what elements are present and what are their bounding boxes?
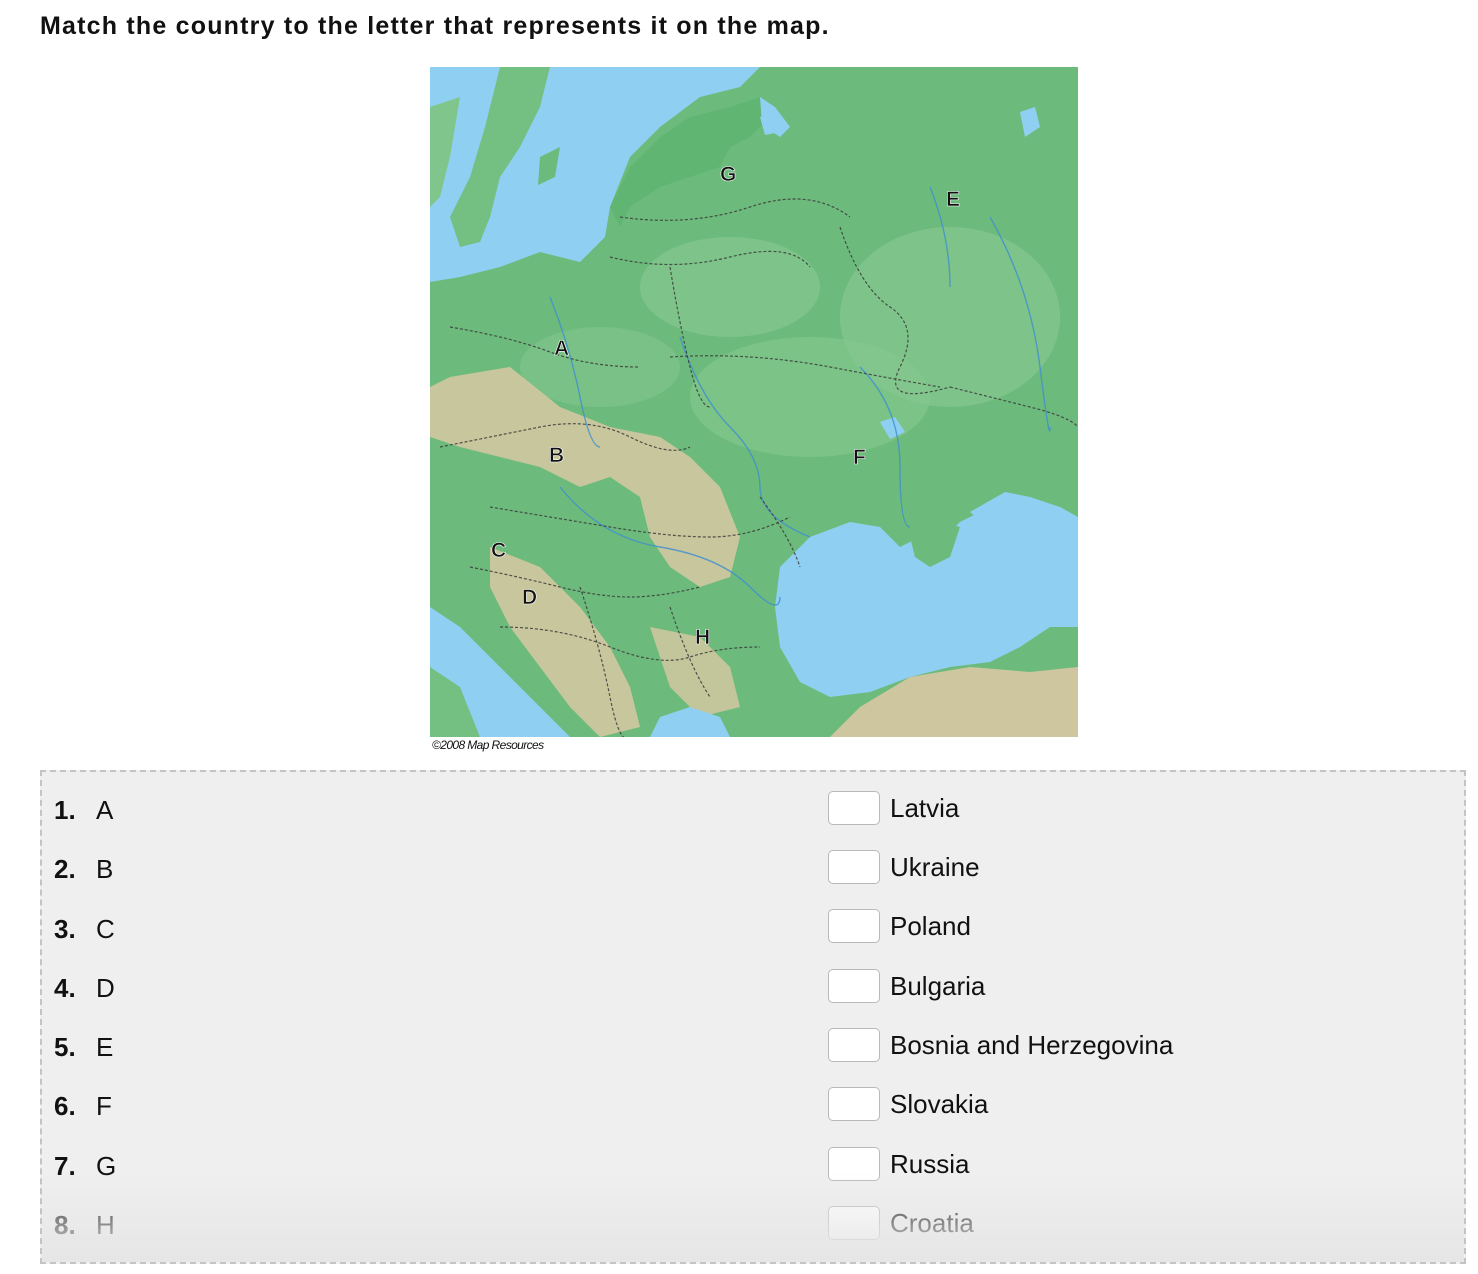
item-number: 7. xyxy=(54,1151,76,1181)
item-number: 8. xyxy=(54,1210,76,1240)
item-letter: A xyxy=(96,795,114,825)
country-row-slovakia: Slovakia xyxy=(828,1084,988,1124)
item-letter: C xyxy=(96,914,115,944)
item-letter: E xyxy=(96,1032,114,1062)
country-label: Bulgaria xyxy=(890,970,986,1001)
country-row-ukraine: Ukraine xyxy=(828,847,980,887)
map-label-g: G xyxy=(720,163,736,186)
answer-input-latvia[interactable] xyxy=(828,791,880,825)
match-item-5: 5. E xyxy=(54,1027,113,1067)
answer-input-croatia[interactable] xyxy=(828,1206,880,1240)
match-item-7: 7. G xyxy=(54,1146,116,1186)
item-letter: H xyxy=(96,1210,115,1240)
map-label-e: E xyxy=(946,188,960,211)
country-label: Bosnia and Herzegovina xyxy=(890,1029,1174,1060)
answer-input-poland[interactable] xyxy=(828,909,880,943)
match-item-2: 2. B xyxy=(54,849,113,889)
item-number: 6. xyxy=(54,1091,76,1121)
map-image: A B C D E F G H xyxy=(430,67,1078,737)
country-row-russia: Russia xyxy=(828,1144,969,1184)
item-number: 2. xyxy=(54,854,76,884)
country-row-croatia: Croatia xyxy=(828,1203,974,1243)
country-label: Slovakia xyxy=(890,1088,989,1119)
item-number: 4. xyxy=(54,973,76,1003)
map-credit: ©2008 Map Resources xyxy=(432,738,544,752)
question-prompt: Match the country to the letter that rep… xyxy=(40,12,830,40)
answer-input-slovakia[interactable] xyxy=(828,1087,880,1121)
match-item-1: 1. A xyxy=(54,790,113,830)
country-label: Poland xyxy=(890,910,971,941)
country-label: Ukraine xyxy=(890,851,980,882)
answer-input-bosnia[interactable] xyxy=(828,1028,880,1062)
country-row-bosnia: Bosnia and Herzegovina xyxy=(828,1025,1173,1065)
map-label-b: B xyxy=(549,444,564,467)
answer-input-russia[interactable] xyxy=(828,1147,880,1181)
match-item-3: 3. C xyxy=(54,909,115,949)
country-row-latvia: Latvia xyxy=(828,788,959,828)
europe-map: A B C D E F G H xyxy=(430,67,1078,737)
country-row-bulgaria: Bulgaria xyxy=(828,966,985,1006)
item-letter: G xyxy=(96,1151,117,1181)
match-item-4: 4. D xyxy=(54,968,115,1008)
map-label-h: H xyxy=(695,626,710,649)
matching-panel: 1. A 2. B 3. C 4. D 5. E 6. F 7. G 8. H … xyxy=(40,770,1466,1264)
answer-input-bulgaria[interactable] xyxy=(828,969,880,1003)
map-label-d: D xyxy=(522,586,537,609)
country-label: Russia xyxy=(890,1148,970,1179)
map-label-f: F xyxy=(853,446,866,469)
map-label-a: A xyxy=(554,337,569,360)
item-letter: D xyxy=(96,973,115,1003)
match-item-8: 8. H xyxy=(54,1205,115,1245)
country-label: Latvia xyxy=(890,792,960,823)
item-letter: B xyxy=(96,854,114,884)
item-letter: F xyxy=(96,1091,112,1121)
country-label: Croatia xyxy=(890,1207,974,1238)
answer-input-ukraine[interactable] xyxy=(828,850,880,884)
match-item-6: 6. F xyxy=(54,1086,112,1126)
country-row-poland: Poland xyxy=(828,906,971,946)
item-number: 1. xyxy=(54,795,76,825)
map-label-c: C xyxy=(491,539,506,562)
item-number: 3. xyxy=(54,914,76,944)
item-number: 5. xyxy=(54,1032,76,1062)
